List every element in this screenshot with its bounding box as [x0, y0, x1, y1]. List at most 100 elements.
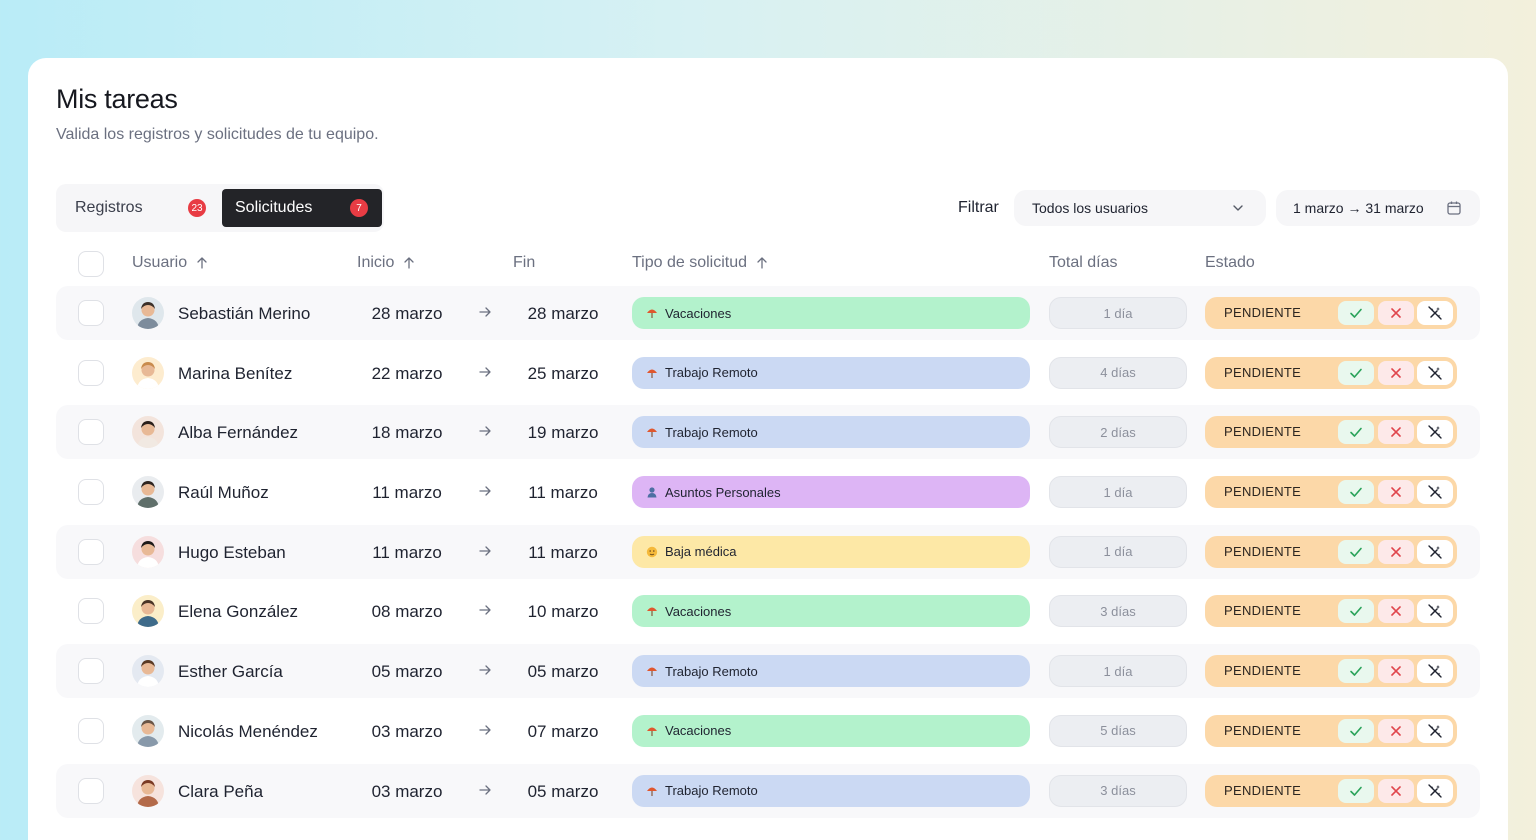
row-checkbox[interactable]	[78, 717, 104, 744]
magic-wand-button[interactable]	[1417, 301, 1453, 325]
magic-wand-off-icon	[1428, 425, 1442, 440]
row-checkbox[interactable]	[78, 359, 104, 386]
column-start[interactable]: Inicio	[357, 254, 416, 272]
total-days: 1 día	[1049, 297, 1187, 329]
column-user[interactable]: Usuario	[132, 254, 209, 272]
reject-button[interactable]	[1378, 301, 1414, 325]
request-type-pill: Trabajo Remoto	[632, 655, 1030, 688]
approve-button[interactable]	[1338, 778, 1374, 803]
table-row: Marina Benítez 22 marzo 25 marzo Trabajo…	[56, 346, 1480, 400]
avatar	[132, 535, 164, 568]
reject-button[interactable]	[1378, 539, 1414, 564]
request-type-pill: Vacaciones	[632, 595, 1030, 628]
magic-wand-off-icon	[1428, 783, 1442, 798]
magic-wand-button[interactable]	[1417, 718, 1453, 743]
approve-button[interactable]	[1338, 539, 1374, 564]
total-days: 2 días	[1049, 416, 1187, 449]
reject-button[interactable]	[1378, 718, 1414, 743]
umbrella-icon	[647, 787, 657, 796]
status-label: PENDIENTE	[1224, 543, 1302, 559]
close-icon	[1391, 606, 1401, 617]
column-type[interactable]: Tipo de solicitud	[632, 254, 769, 272]
status-label: PENDIENTE	[1224, 722, 1302, 738]
select-all-checkbox[interactable]	[78, 251, 104, 277]
status-label: PENDIENTE	[1224, 424, 1302, 440]
check-icon	[1350, 726, 1362, 736]
status-badge: PENDIENTE	[1205, 356, 1457, 389]
magic-wand-button[interactable]	[1417, 659, 1453, 684]
row-checkbox[interactable]	[78, 538, 104, 565]
end-date: 19 marzo	[527, 423, 599, 443]
close-icon	[1391, 487, 1401, 497]
row-checkbox[interactable]	[78, 300, 104, 326]
table-row: Nicolás Menéndez 03 marzo 07 marzo Vacac…	[56, 704, 1480, 758]
tab-solicitudes[interactable]: Solicitudes 7	[222, 189, 382, 227]
approve-button[interactable]	[1338, 599, 1374, 624]
start-date: 18 marzo	[371, 423, 443, 443]
request-type-pill: Trabajo Remoto	[632, 774, 1030, 807]
start-date: 03 marzo	[371, 721, 443, 741]
arrow-right-icon	[479, 426, 491, 437]
column-status[interactable]: Estado	[1205, 254, 1255, 272]
approve-button[interactable]	[1338, 659, 1374, 684]
reject-button[interactable]	[1378, 480, 1414, 505]
users-select[interactable]: Todos los usuarios	[1014, 190, 1266, 226]
chevron-down-icon	[1233, 205, 1243, 211]
status-badge: PENDIENTE	[1205, 535, 1457, 568]
approve-button[interactable]	[1338, 420, 1374, 445]
row-checkbox[interactable]	[78, 419, 104, 446]
umbrella-icon	[647, 428, 657, 438]
start-date: 08 marzo	[371, 602, 443, 622]
user-name: Esther García	[178, 662, 283, 682]
table-row: Raúl Muñoz 11 marzo 11 marzo Asuntos Per…	[56, 465, 1480, 519]
tab-registros[interactable]: Registros 23	[62, 189, 216, 227]
approve-button[interactable]	[1338, 301, 1374, 325]
sort-arrow-up-icon	[757, 257, 767, 269]
reject-button[interactable]	[1378, 420, 1414, 445]
request-type-label: Vacaciones	[665, 305, 732, 321]
user-name: Raúl Muñoz	[178, 483, 269, 503]
arrow-right-icon	[479, 367, 491, 377]
check-icon	[1350, 487, 1362, 497]
check-icon	[1350, 428, 1362, 438]
reject-button[interactable]	[1378, 360, 1414, 385]
status-badge: PENDIENTE	[1205, 297, 1457, 329]
person-icon	[647, 487, 657, 498]
arrow-right-icon	[479, 784, 491, 795]
row-checkbox[interactable]	[78, 479, 104, 506]
total-days: 1 día	[1049, 655, 1187, 688]
column-type-label: Tipo de solicitud	[632, 254, 748, 271]
magic-wand-button[interactable]	[1417, 778, 1453, 803]
user-name: Marina Benítez	[178, 363, 293, 383]
reject-button[interactable]	[1378, 778, 1414, 803]
magic-wand-button[interactable]	[1417, 420, 1453, 445]
table-row: Hugo Esteban 11 marzo 11 marzo Baja médi…	[56, 524, 1480, 579]
magic-wand-button[interactable]	[1417, 360, 1453, 385]
avatar	[132, 595, 164, 628]
approve-button[interactable]	[1338, 718, 1374, 743]
close-icon	[1391, 546, 1401, 557]
approve-button[interactable]	[1338, 480, 1374, 505]
column-total[interactable]: Total días	[1049, 254, 1117, 272]
status-badge: PENDIENTE	[1205, 595, 1457, 628]
row-checkbox[interactable]	[78, 658, 104, 685]
approve-button[interactable]	[1338, 360, 1374, 385]
arrow-right-icon	[479, 486, 491, 496]
end-date: 05 marzo	[527, 662, 599, 682]
status-label: PENDIENTE	[1224, 484, 1302, 500]
magic-wand-button[interactable]	[1417, 539, 1453, 564]
reject-button[interactable]	[1378, 599, 1414, 624]
date-range-picker[interactable]: 1 marzo → 31 marzo	[1276, 190, 1480, 226]
magic-wand-button[interactable]	[1417, 599, 1453, 624]
filter-label: Filtrar	[958, 199, 999, 216]
reject-button[interactable]	[1378, 659, 1414, 684]
magic-wand-button[interactable]	[1417, 480, 1453, 505]
avatar	[132, 714, 164, 747]
user-name: Sebastián Merino	[178, 304, 311, 323]
status-label: PENDIENTE	[1224, 603, 1302, 619]
column-end[interactable]: Fin	[513, 254, 535, 272]
magic-wand-off-icon	[1428, 545, 1442, 559]
row-checkbox[interactable]	[78, 598, 104, 625]
row-checkbox[interactable]	[78, 777, 104, 804]
umbrella-icon	[647, 727, 657, 736]
